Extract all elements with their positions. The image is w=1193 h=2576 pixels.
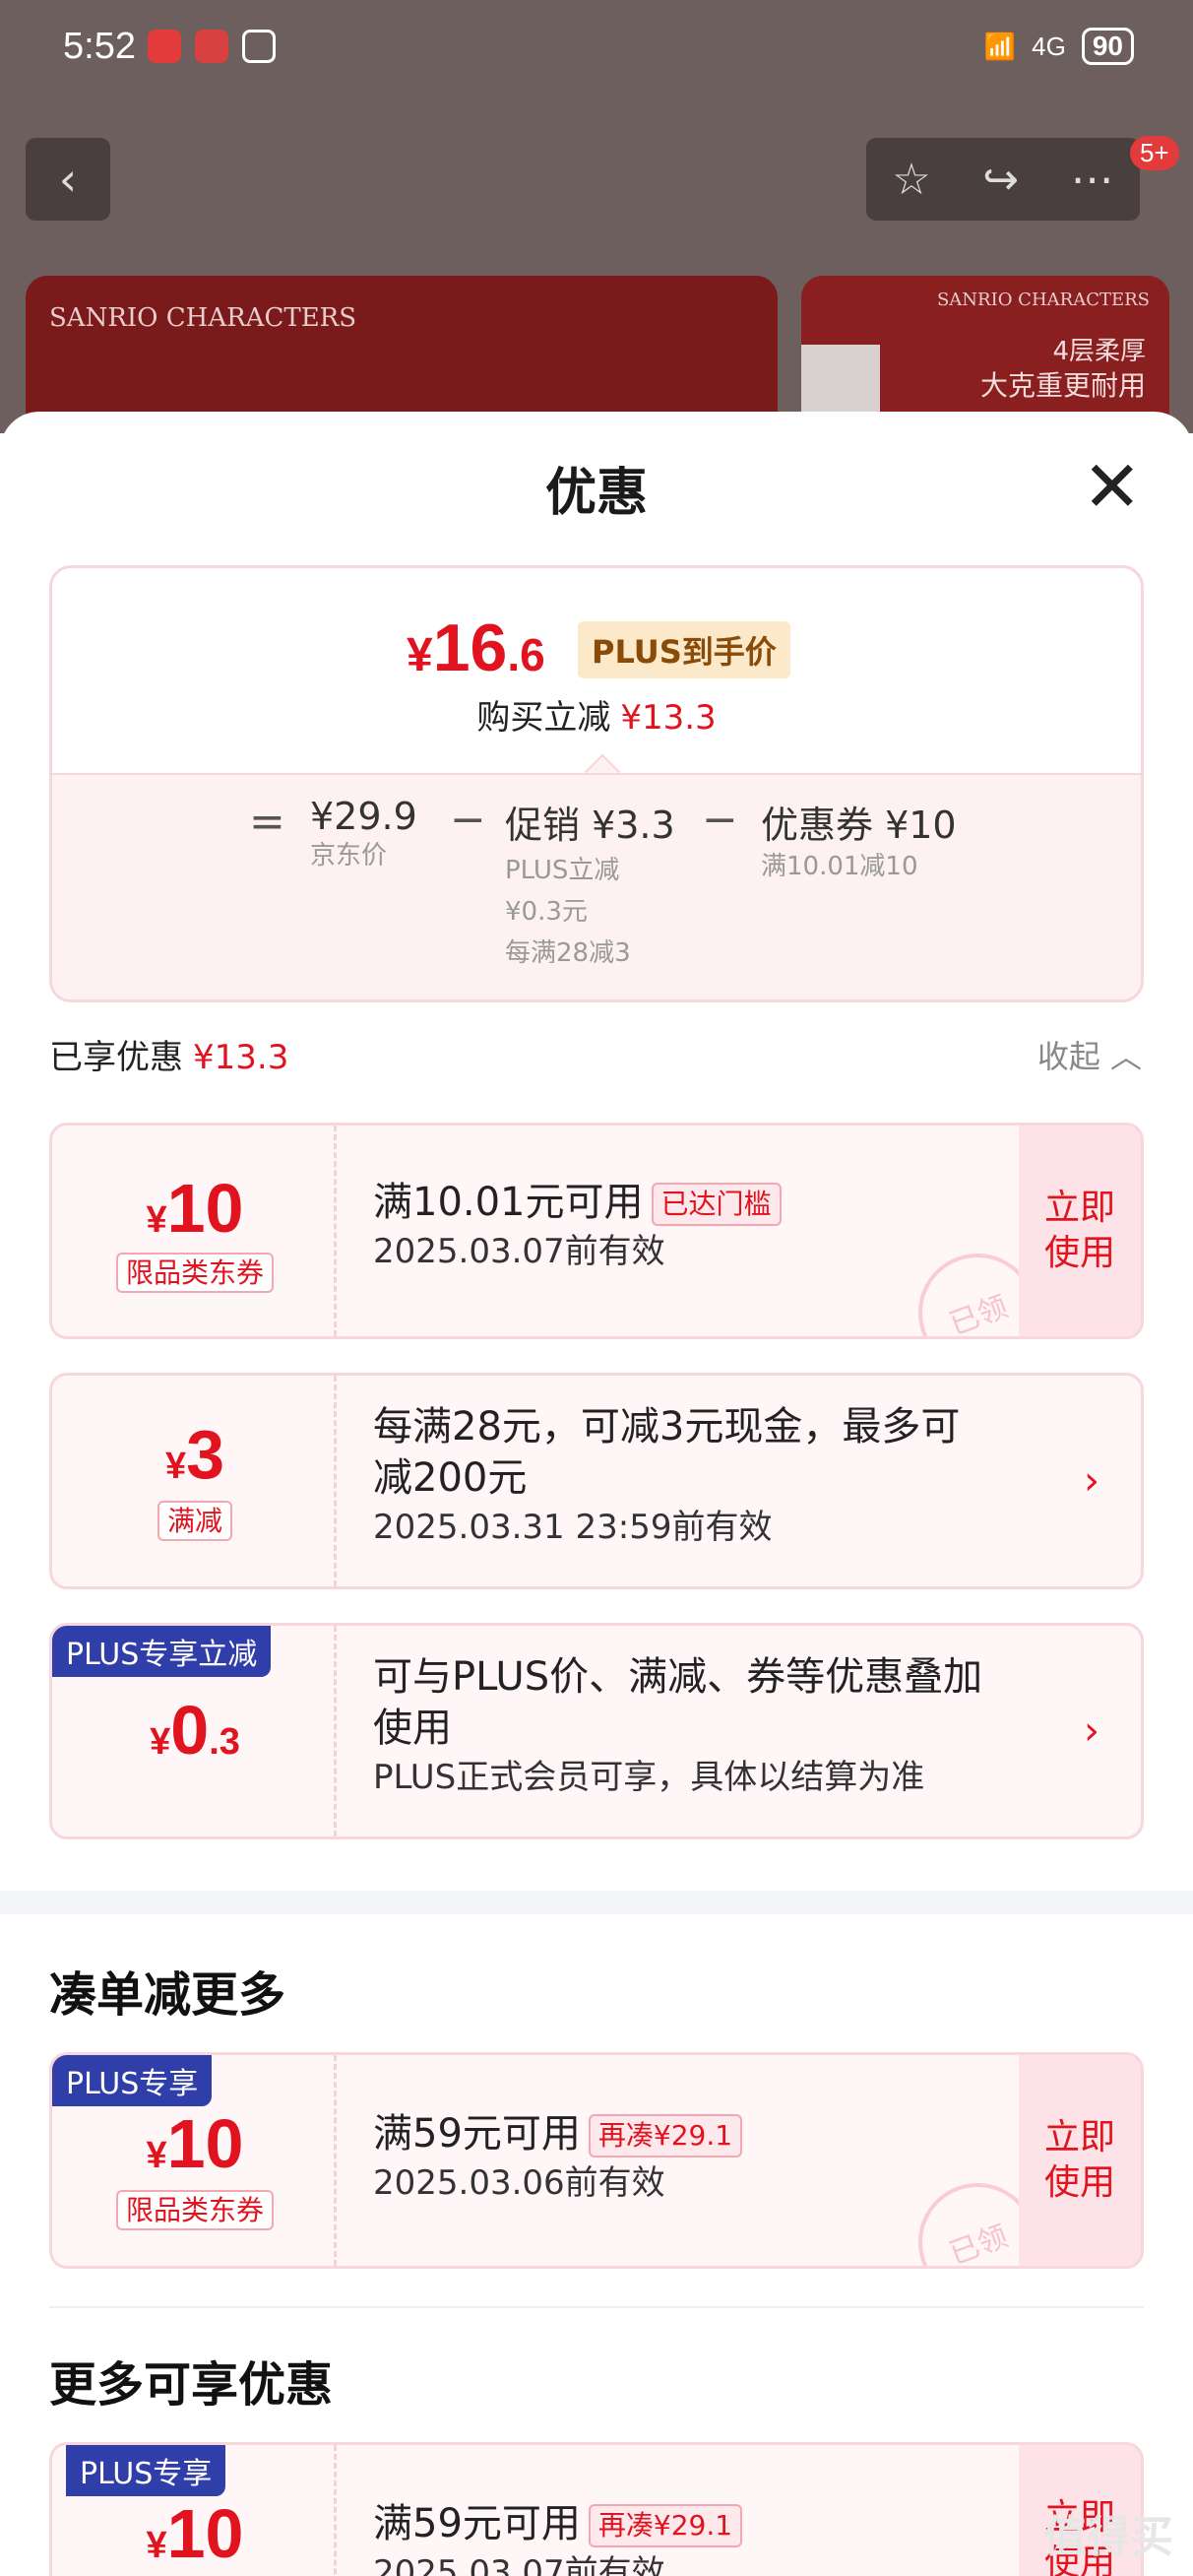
price-summary: ¥16.6 PLUS到手价 购买立减 ¥13.3 = ¥29.9 京东价 − 促销… — [49, 565, 1144, 1002]
battery-indicator: 90 — [1081, 28, 1134, 65]
section-title-more: 凑单减更多 — [49, 1967, 286, 2023]
use-now-button[interactable]: 立即 使用 — [1019, 1126, 1141, 1336]
back-button[interactable]: ‹ — [26, 138, 110, 221]
banner-text: 大克重更耐用 — [979, 369, 1146, 402]
coupon-card[interactable]: PLUS专享立减 ¥0.3 可与PLUS价、满减、券等优惠叠加 使用 PLUS正… — [49, 1623, 1144, 1839]
coupon-amount: 优惠券 ¥10 满10.01减10 — [761, 804, 957, 881]
banner-brand: SANRIO CHARACTERS — [936, 290, 1150, 310]
divider — [49, 2306, 1144, 2308]
coupon-divider — [334, 1376, 337, 1586]
purchase-reduction: 购买立减 ¥13.3 — [476, 698, 717, 738]
equals-sign: = — [249, 797, 285, 847]
plus-corner-badge: PLUS专享 — [66, 2445, 226, 2496]
coupon-divider — [334, 1126, 337, 1336]
app-notification-icon — [195, 30, 228, 63]
coupon-divider — [334, 2055, 337, 2266]
share-icon[interactable]: ↪ — [982, 155, 1019, 205]
final-price: ¥16.6 — [407, 611, 545, 685]
coupon-type: 满减 — [52, 1500, 338, 1541]
top-actions: ☆ ↪ ⋯ — [866, 138, 1140, 221]
coupon-card[interactable]: PLUS专享 ¥10 限品类东券 满59元可用 再凑¥29.1 2025.03.0… — [49, 2052, 1144, 2269]
plus-corner-badge: PLUS专享 — [52, 2055, 213, 2106]
status-time: 5:52 — [63, 26, 136, 67]
coupon-card[interactable]: PLUS专享 ¥10 满59元可用 再凑¥29.1 2025.03.07前有效 立… — [49, 2442, 1144, 2576]
chevron-right-icon[interactable]: › — [1084, 1376, 1099, 1586]
favorite-star-icon[interactable]: ☆ — [892, 155, 930, 205]
more-icon[interactable]: ⋯ — [1071, 155, 1114, 205]
price-breakdown: = ¥29.9 京东价 − 促销 ¥3.3 PLUS立减 ¥0.3元 每满28减… — [52, 773, 1141, 999]
coupon-amount: ¥3 — [164, 1416, 225, 1493]
coupon-info: 满59元可用 再凑¥29.1 2025.03.07前有效 — [373, 2498, 1003, 2576]
minus-sign: − — [702, 795, 738, 845]
coupon-amount: ¥10 — [146, 2495, 244, 2572]
promo-amount: 促销 ¥3.3 PLUS立减 ¥0.3元 每满28减3 — [505, 804, 675, 968]
threshold-chip: 已达门槛 — [651, 1183, 782, 1226]
signal-label: 4G — [1032, 31, 1066, 61]
coupon-divider — [334, 2445, 337, 2576]
chevron-right-icon[interactable]: › — [1084, 1626, 1099, 1836]
remaining-chip: 再凑¥29.1 — [588, 2114, 743, 2157]
sheet-title: 优惠 — [544, 464, 648, 523]
status-bar: 5:52 📶 4G 90 — [0, 0, 1193, 98]
enjoyed-discount: 已享优惠 ¥13.3 — [49, 1038, 289, 1077]
plus-corner-badge: PLUS专享立减 — [52, 1626, 272, 1677]
discount-sheet: 优惠 ✕ ¥16.6 PLUS到手价 购买立减 ¥13.3 = ¥29.9 京东价… — [0, 412, 1193, 2576]
coupon-card[interactable]: ¥3 满减 每满28元，可减3元现金，最多可 减200元 2025.03.31 … — [49, 1373, 1144, 1589]
coupon-type: 限品类东券 — [52, 1252, 338, 1293]
section-gap — [0, 1891, 1193, 1914]
coupon-info: 满59元可用 再凑¥29.1 2025.03.06前有效 — [373, 2108, 1003, 2207]
plus-price-tag: PLUS到手价 — [578, 621, 790, 678]
coupon-amount: ¥10 — [146, 1170, 244, 1247]
banner-text: 4层柔厚 — [1052, 337, 1146, 366]
coupon-amount: ¥0.3 — [150, 1692, 240, 1769]
collapse-button[interactable]: 收起 ︿ — [1037, 1032, 1142, 1077]
watermark: 值得买 — [1043, 2512, 1173, 2562]
use-now-button[interactable]: 立即 使用 — [1019, 2055, 1141, 2266]
message-badge: 5+ — [1130, 136, 1179, 170]
banner-brand: SANRIO CHARACTERS — [49, 303, 357, 333]
coupon-divider — [334, 1626, 337, 1836]
coupon-info: 满10.01元可用 已达门槛 2025.03.07前有效 — [373, 1177, 1003, 1275]
wifi-icon: 📶 — [983, 31, 1017, 61]
minus-sign: − — [450, 795, 486, 845]
coupon-amount: ¥10 — [146, 2105, 244, 2182]
chevron-left-icon: ‹ — [58, 153, 78, 206]
remaining-chip: 再凑¥29.1 — [588, 2504, 743, 2547]
app-notification-icon — [148, 30, 181, 63]
section-title-extra: 更多可享优惠 — [49, 2357, 334, 2413]
close-icon[interactable]: ✕ — [1083, 451, 1142, 522]
coupon-type: 限品类东券 — [52, 2189, 338, 2230]
coupon-info: 可与PLUS价、满减、券等优惠叠加 使用 PLUS正式会员可享，具体以结算为准 — [373, 1654, 983, 1797]
coupon-card[interactable]: ¥10 限品类东券 满10.01元可用 已达门槛 2025.03.07前有效 已领… — [49, 1123, 1144, 1339]
notification-icons — [148, 30, 276, 63]
jd-price: ¥29.9 京东价 — [310, 795, 417, 870]
background-page: 5:52 📶 4G 90 ‹ ☆ ↪ ⋯ 5+ SANRIO CHARACTER… — [0, 0, 1193, 453]
speed-icon — [242, 30, 276, 63]
status-right: 📶 4G 90 — [984, 28, 1134, 65]
coupon-info: 每满28元，可减3元现金，最多可 减200元 2025.03.31 23:59前… — [373, 1404, 961, 1547]
